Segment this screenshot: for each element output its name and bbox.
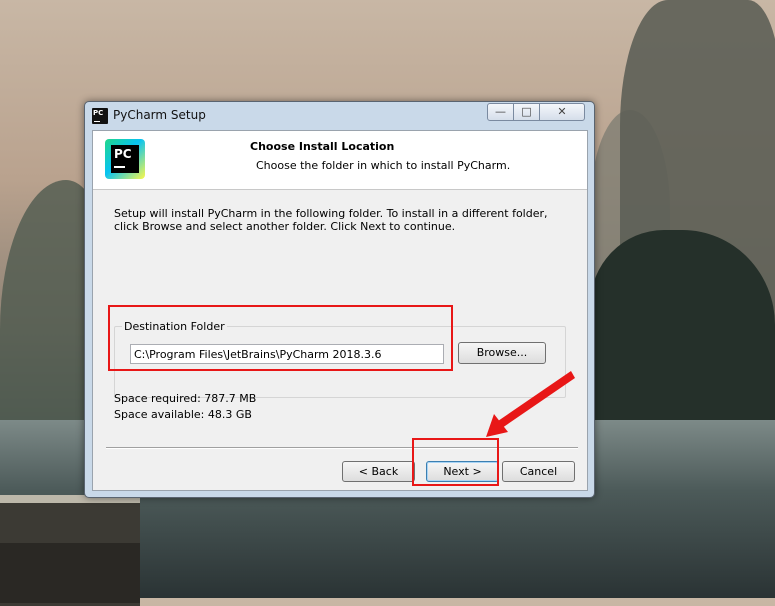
annotation-arrow-icon (486, 371, 575, 437)
